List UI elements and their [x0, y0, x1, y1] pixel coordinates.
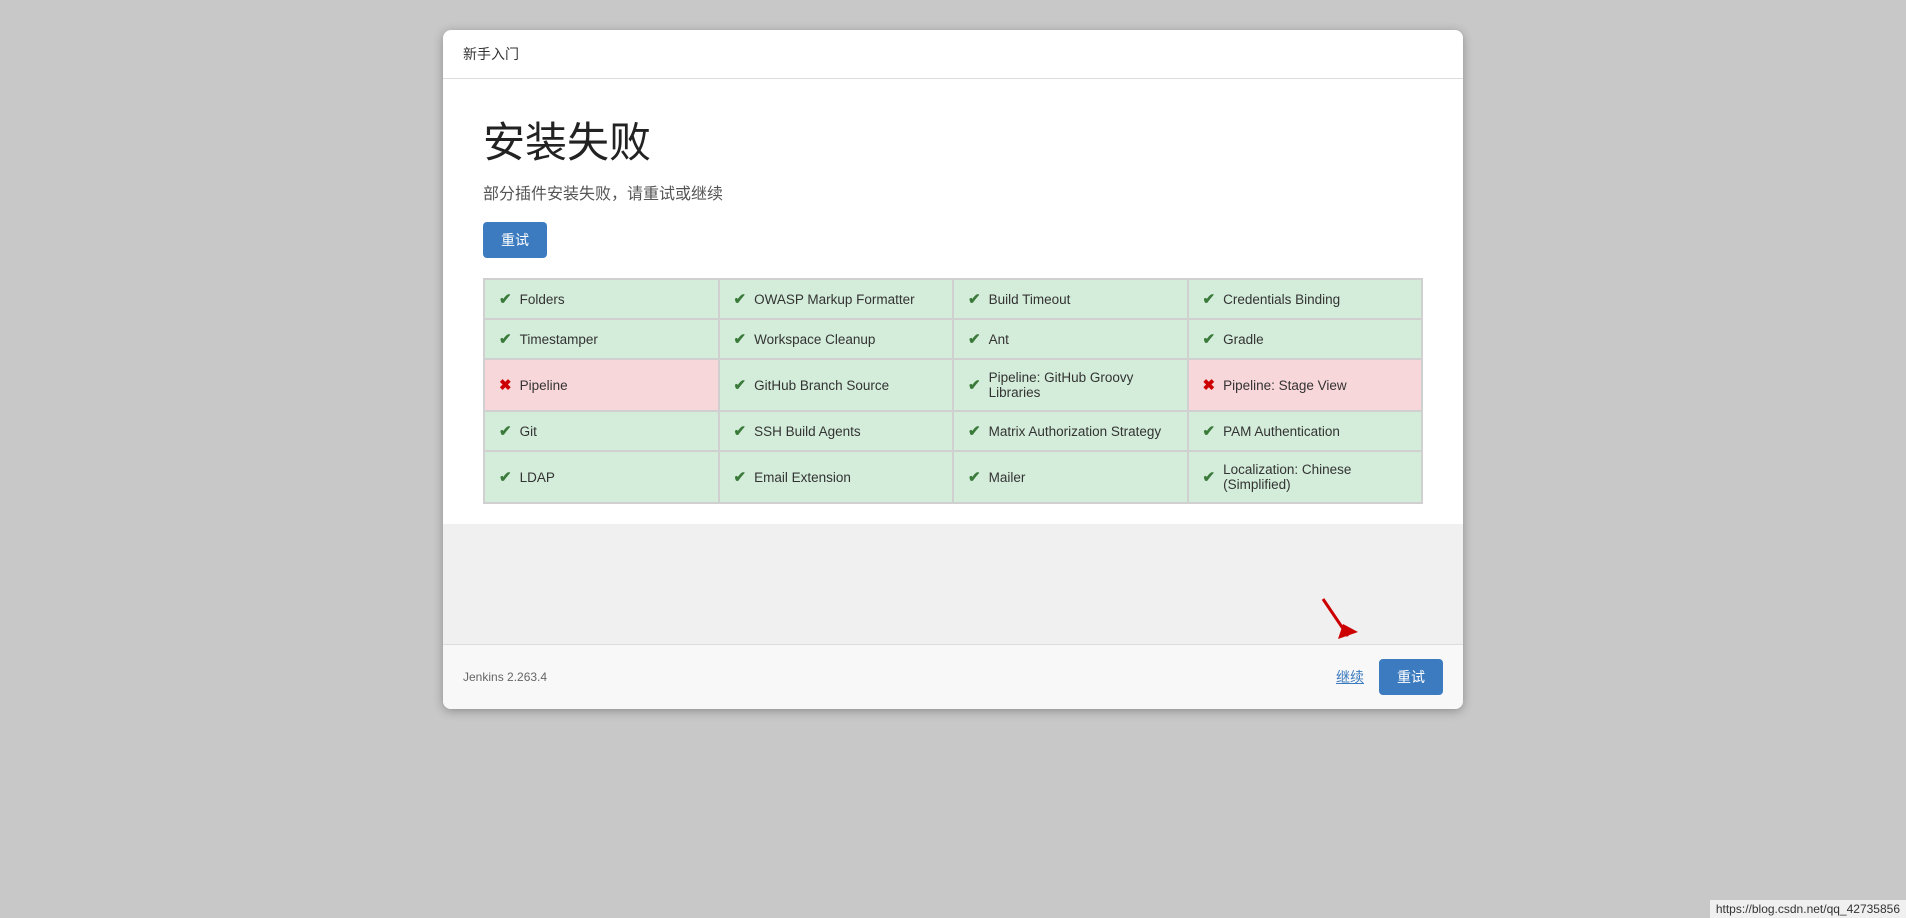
check-icon: ✔: [734, 330, 747, 348]
plugin-cell: ✔ GitHub Branch Source: [719, 359, 954, 411]
plugin-cell: ✔ PAM Authentication: [1188, 411, 1423, 451]
plugin-name: Localization: Chinese (Simplified): [1223, 462, 1407, 492]
plugin-cell: ✔ Email Extension: [719, 451, 954, 503]
install-title: 安装失败: [483, 109, 1423, 170]
footer-actions: 继续 重试: [1336, 659, 1443, 695]
plugin-name: Ant: [989, 332, 1009, 347]
plugin-name: Pipeline: GitHub Groovy Libraries: [989, 370, 1173, 400]
check-icon: ✔: [734, 290, 747, 308]
plugin-name: GitHub Branch Source: [754, 378, 889, 393]
dialog-header: 新手入门: [443, 30, 1463, 79]
plugin-name: Gradle: [1223, 332, 1264, 347]
header-title: 新手入门: [463, 46, 519, 62]
check-icon: ✔: [499, 330, 512, 348]
check-icon: ✔: [968, 422, 981, 440]
plugin-name: SSH Build Agents: [754, 424, 861, 439]
plugin-cell: ✔ SSH Build Agents: [719, 411, 954, 451]
check-icon: ✔: [499, 290, 512, 308]
check-icon: ✔: [968, 468, 981, 486]
plugin-name: Mailer: [989, 470, 1026, 485]
check-icon: ✔: [968, 376, 981, 394]
plugin-cell: ✔ Build Timeout: [953, 279, 1188, 319]
plugin-cell: ✔ Credentials Binding: [1188, 279, 1423, 319]
continue-link[interactable]: 继续: [1336, 667, 1364, 687]
spacer: [443, 524, 1463, 644]
plugin-name: Timestamper: [520, 332, 598, 347]
check-icon: ✔: [1203, 330, 1216, 348]
plugin-name: LDAP: [520, 470, 555, 485]
check-icon: ✔: [1203, 468, 1216, 486]
check-icon: ✔: [734, 468, 747, 486]
plugin-name: Git: [520, 424, 537, 439]
check-icon: ✔: [968, 330, 981, 348]
plugin-name: OWASP Markup Formatter: [754, 292, 915, 307]
retry-button[interactable]: 重试: [483, 222, 547, 258]
arrow-icon: [1313, 594, 1363, 644]
main-dialog: 新手入门 安装失败 部分插件安装失败，请重试或继续 重试 ✔ Folders ✔ OW…: [443, 30, 1463, 709]
plugin-name: Pipeline: Stage View: [1223, 378, 1347, 393]
plugin-name: Credentials Binding: [1223, 292, 1340, 307]
plugins-grid: ✔ Folders ✔ OWASP Markup Formatter ✔ Build Ti…: [483, 278, 1423, 504]
check-icon: ✔: [499, 422, 512, 440]
check-icon: ✔: [1203, 290, 1216, 308]
plugin-cell: ✔ OWASP Markup Formatter: [719, 279, 954, 319]
plugin-cell: ✔ Matrix Authorization Strategy: [953, 411, 1188, 451]
plugin-cell: ✔ Localization: Chinese (Simplified): [1188, 451, 1423, 503]
plugin-cell: ✔ Workspace Cleanup: [719, 319, 954, 359]
url-bar: https://blog.csdn.net/qq_42735856: [1710, 900, 1906, 918]
check-icon: ✔: [734, 376, 747, 394]
footer-retry-button[interactable]: 重试: [1379, 659, 1443, 695]
plugin-cell: ✔ LDAP: [484, 451, 719, 503]
plugin-name: Pipeline: [520, 378, 568, 393]
plugin-cell: ✖ Pipeline: [484, 359, 719, 411]
plugin-name: Folders: [520, 292, 565, 307]
install-subtitle: 部分插件安装失败，请重试或继续: [483, 180, 1423, 204]
plugin-name: Matrix Authorization Strategy: [989, 424, 1162, 439]
plugin-cell: ✔ Folders: [484, 279, 719, 319]
check-icon: ✔: [499, 468, 512, 486]
dialog-body: 安装失败 部分插件安装失败，请重试或继续 重试 ✔ Folders ✔ OWASP M…: [443, 79, 1463, 524]
dialog-footer: Jenkins 2.263.4 继续 重试: [443, 644, 1463, 709]
plugin-name: Build Timeout: [989, 292, 1071, 307]
plugin-cell: ✔ Git: [484, 411, 719, 451]
x-icon: ✖: [499, 376, 512, 394]
plugin-cell: ✔ Pipeline: GitHub Groovy Libraries: [953, 359, 1188, 411]
check-icon: ✔: [968, 290, 981, 308]
plugin-cell: ✔ Gradle: [1188, 319, 1423, 359]
version-label: Jenkins 2.263.4: [463, 670, 547, 684]
x-icon: ✖: [1203, 376, 1216, 394]
plugin-name: Email Extension: [754, 470, 851, 485]
plugin-cell: ✔ Timestamper: [484, 319, 719, 359]
plugin-name: Workspace Cleanup: [754, 332, 875, 347]
check-icon: ✔: [734, 422, 747, 440]
plugin-cell: ✔ Ant: [953, 319, 1188, 359]
plugin-cell: ✖ Pipeline: Stage View: [1188, 359, 1423, 411]
check-icon: ✔: [1203, 422, 1216, 440]
plugin-name: PAM Authentication: [1223, 424, 1340, 439]
plugin-cell: ✔ Mailer: [953, 451, 1188, 503]
